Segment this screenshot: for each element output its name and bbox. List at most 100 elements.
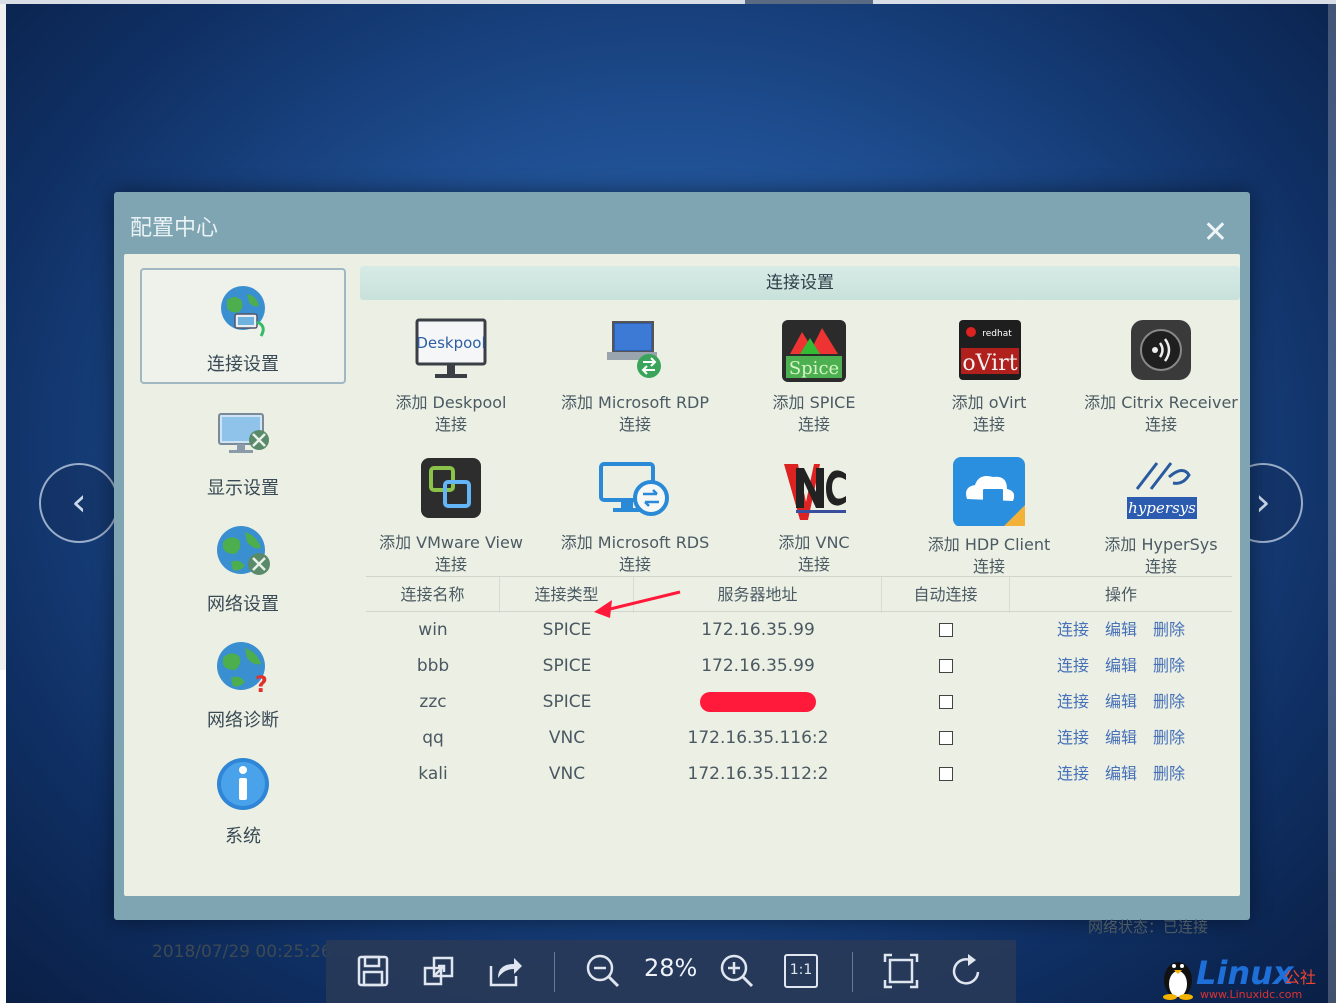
add-vnc-tile[interactable]: 添加 VNC 连接 — [729, 458, 899, 576]
section-title: 连接设置 — [360, 266, 1240, 300]
deskpool-icon: Deskpool — [415, 318, 487, 378]
actions-cell: 连接 编辑 删除 — [1010, 756, 1232, 792]
server-address: 172.16.35.116:2 — [687, 728, 829, 748]
share-icon[interactable] — [486, 952, 524, 990]
add-ovirt-tile[interactable]: redhat oVirt 添加 oVirt 连接 — [904, 318, 1074, 436]
connect-link[interactable]: 连接 — [1057, 728, 1089, 747]
globe-question-icon: ? — [217, 642, 268, 698]
actual-size-button[interactable]: 1:1 — [784, 954, 818, 988]
tile-label: 添加 HDP Client 连接 — [927, 535, 1051, 576]
auto-connect-checkbox[interactable] — [939, 695, 953, 709]
zoom-out-icon[interactable] — [584, 952, 622, 990]
server-address: 172.16.35.112:2 — [687, 764, 829, 784]
auto-connect-checkbox[interactable] — [939, 767, 953, 781]
edit-link[interactable]: 编辑 — [1105, 692, 1137, 711]
sidebar-item-network-settings[interactable]: 网络设置 — [140, 510, 346, 626]
image-viewer-toolbar: 28% 1:1 — [326, 940, 1016, 1003]
auto-connect-cell — [882, 648, 1010, 684]
add-hypersys-tile[interactable]: hypersys 添加 HyperSys 连接 — [1076, 454, 1246, 578]
sidebar-item-display-settings[interactable]: 显示设置 — [140, 394, 346, 510]
add-microsoft-rds-tile[interactable]: 添加 Microsoft RDS 连接 — [550, 458, 720, 576]
delete-link[interactable]: 删除 — [1153, 764, 1185, 783]
tux-penguin-icon — [1163, 962, 1193, 1000]
connect-link[interactable]: 连接 — [1057, 620, 1089, 639]
svg-text:hypersys: hypersys — [1128, 499, 1196, 517]
column-header-actions: 操作 — [1104, 585, 1137, 604]
vmware-icon — [421, 458, 481, 518]
connection-name: bbb — [416, 656, 450, 676]
zoom-in-icon[interactable] — [718, 952, 756, 990]
delete-link[interactable]: 删除 — [1153, 692, 1185, 711]
table-body: win SPICE 172.16.35.99 连接 编辑 删除 bbb SPICE 172.16… — [366, 612, 1232, 792]
sidebar-item-network-diagnostics[interactable]: ? 网络诊断 — [140, 626, 346, 742]
server-address: 172.16.35.99 — [701, 656, 815, 676]
connection-settings-panel: 连接设置 Deskpool 添加 Deskpool 连接 添加 Microsof… — [360, 254, 1240, 854]
table-row: bbb SPICE 172.16.35.99 连接 编辑 删除 — [366, 648, 1232, 684]
close-icon[interactable]: ✕ — [1203, 218, 1228, 248]
auto-connect-cell — [882, 612, 1010, 648]
connection-name: qq — [422, 728, 444, 748]
add-vmware-view-tile[interactable]: 添加 VMware View 连接 — [366, 458, 536, 576]
add-spice-tile[interactable]: Spice 添加 SPICE 连接 — [729, 318, 899, 436]
save-icon[interactable] — [354, 952, 392, 990]
edit-link[interactable]: 编辑 — [1105, 764, 1137, 783]
rotate-icon[interactable] — [948, 952, 986, 990]
connection-name: zzc — [419, 692, 447, 712]
edit-link[interactable]: 编辑 — [1105, 728, 1137, 747]
connections-table: 连接名称 连接类型 服务器地址 自动连接 操作 win SPICE 172.16.3… — [366, 576, 1232, 792]
rdp-icon — [607, 321, 661, 378]
actions-cell: 连接 编辑 删除 — [1010, 684, 1232, 720]
watermark-suffix: 公社 — [1284, 968, 1317, 987]
spice-icon: Spice — [782, 320, 846, 382]
resize-icon[interactable] — [420, 952, 458, 990]
fullscreen-icon[interactable] — [882, 952, 920, 990]
info-icon — [217, 758, 269, 810]
edit-link[interactable]: 编辑 — [1105, 656, 1137, 675]
edit-link[interactable]: 编辑 — [1105, 620, 1137, 639]
connect-link[interactable]: 连接 — [1057, 692, 1089, 711]
toolbar-separator — [554, 952, 555, 992]
config-center-dialog: 配置中心 ✕ 连接设置 显示设置 网络设置 ? 网络诊断 系统 连接设置 Des… — [114, 192, 1250, 962]
left-edge-strip-lower — [0, 670, 6, 1003]
monitor-tools-icon — [218, 413, 269, 453]
add-hdp-client-tile[interactable]: 添加 HDP Client 连接 — [904, 454, 1074, 578]
add-citrix-receiver-tile[interactable]: 添加 Citrix Receiver 连接 — [1076, 318, 1246, 436]
sidebar-item-system[interactable]: 系统 — [140, 742, 346, 858]
auto-connect-cell — [882, 720, 1010, 756]
ovirt-icon: redhat oVirt — [959, 320, 1021, 380]
table-header: 连接名称 连接类型 服务器地址 自动连接 操作 — [366, 576, 1232, 613]
delete-link[interactable]: 删除 — [1153, 620, 1185, 639]
vnc-icon — [784, 464, 846, 520]
delete-link[interactable]: 删除 — [1153, 656, 1185, 675]
auto-connect-checkbox[interactable] — [939, 731, 953, 745]
top-strip-segment — [745, 0, 873, 4]
left-edge-strip — [0, 4, 6, 670]
actions-cell: 连接 编辑 删除 — [1010, 612, 1232, 648]
toolbar-separator — [852, 952, 853, 992]
tile-label: 添加 VMware View 连接 — [379, 533, 523, 574]
add-microsoft-rdp-tile[interactable]: 添加 Microsoft RDP 连接 — [550, 318, 720, 436]
sidebar-item-connection-settings[interactable]: 连接设置 — [140, 268, 346, 384]
svg-text:redhat: redhat — [982, 329, 1012, 339]
auto-connect-checkbox[interactable] — [939, 659, 953, 673]
connection-name: kali — [418, 764, 448, 784]
svg-text:Deskpool: Deskpool — [416, 334, 485, 352]
auto-connect-cell — [882, 756, 1010, 792]
add-deskpool-tile[interactable]: Deskpool 添加 Deskpool 连接 — [366, 318, 536, 436]
sidebar-item-label: 显示设置 — [207, 478, 279, 499]
connect-link[interactable]: 连接 — [1057, 764, 1089, 783]
sidebar-item-label: 系统 — [225, 826, 261, 847]
connection-name: win — [418, 620, 448, 640]
table-row: zzc SPICE 连接 编辑 删除 — [366, 684, 1232, 720]
previous-image-button[interactable]: ‹ — [39, 463, 119, 543]
delete-link[interactable]: 删除 — [1153, 728, 1185, 747]
sidebar-item-label: 连接设置 — [207, 354, 279, 375]
table-row: qq VNC 172.16.35.116:2 连接 编辑 删除 — [366, 720, 1232, 756]
auto-connect-checkbox[interactable] — [939, 623, 953, 637]
watermark-brand: Linux — [1196, 954, 1294, 992]
globe-tools-icon — [217, 526, 270, 575]
tile-label: 添加 oVirt 连接 — [951, 393, 1027, 434]
citrix-icon — [1131, 320, 1191, 380]
dialog-body: 连接设置 显示设置 网络设置 ? 网络诊断 系统 连接设置 Deskpool 添… — [124, 254, 1240, 962]
connect-link[interactable]: 连接 — [1057, 656, 1089, 675]
